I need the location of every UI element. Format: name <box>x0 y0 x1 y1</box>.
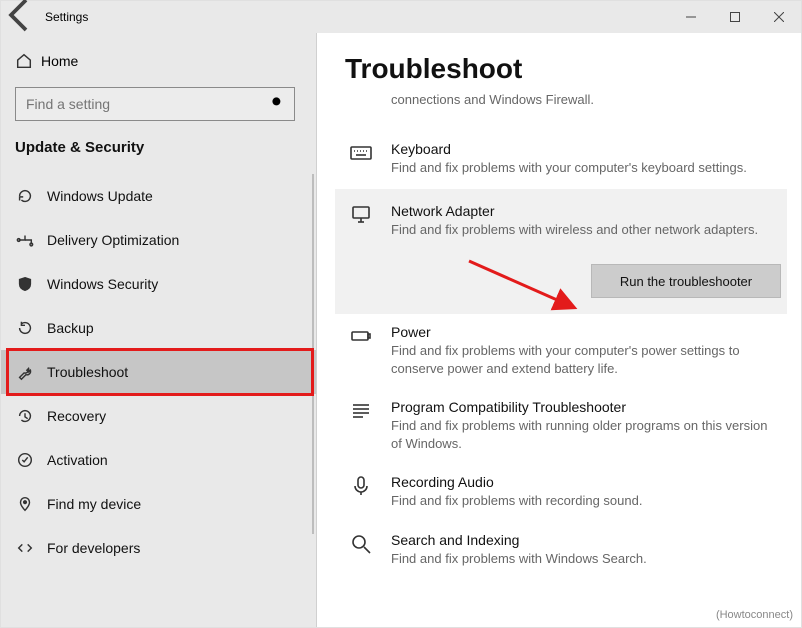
minimize-button[interactable] <box>669 1 713 33</box>
history-icon <box>15 406 35 426</box>
list-icon <box>345 399 377 427</box>
troubleshoot-item-title: Keyboard <box>391 141 779 157</box>
troubleshoot-item-desc-fragment: connections and Windows Firewall. <box>391 91 779 109</box>
window-title: Settings <box>41 10 88 24</box>
sidebar-item-label: Troubleshoot <box>47 364 128 380</box>
shield-icon <box>15 274 35 294</box>
troubleshoot-item-search-indexing[interactable]: Search and Indexing Find and fix problem… <box>345 522 787 580</box>
main-content: Troubleshoot connections and Windows Fir… <box>317 33 801 627</box>
sidebar-item-label: For developers <box>47 540 140 556</box>
sidebar-item-troubleshoot[interactable]: Troubleshoot <box>1 350 316 394</box>
close-button[interactable] <box>757 1 801 33</box>
check-circle-icon <box>15 450 35 470</box>
magnifier-icon <box>345 532 377 560</box>
search-icon <box>270 95 286 114</box>
sidebar-item-windows-update[interactable]: Windows Update <box>1 174 316 218</box>
maximize-button[interactable] <box>713 1 757 33</box>
troubleshoot-item-title: Network Adapter <box>391 203 781 219</box>
sidebar-item-activation[interactable]: Activation <box>1 438 316 482</box>
sidebar-item-label: Windows Update <box>47 188 153 204</box>
troubleshoot-item-desc: Find and fix problems with wireless and … <box>391 221 781 239</box>
sidebar-item-for-developers[interactable]: For developers <box>1 526 316 570</box>
troubleshoot-item-title: Power <box>391 324 779 340</box>
network-adapter-icon <box>345 203 377 231</box>
troubleshoot-item-desc: Find and fix problems with your computer… <box>391 159 779 177</box>
battery-icon <box>345 324 377 352</box>
troubleshoot-item-desc: Find and fix problems with recording sou… <box>391 492 779 510</box>
sidebar-item-label: Backup <box>47 320 94 336</box>
sidebar-home[interactable]: Home <box>1 41 316 81</box>
sidebar-item-find-my-device[interactable]: Find my device <box>1 482 316 526</box>
troubleshoot-item-keyboard[interactable]: Keyboard Find and fix problems with your… <box>345 131 787 189</box>
sidebar-item-label: Delivery Optimization <box>47 232 179 248</box>
keyboard-icon <box>345 141 377 169</box>
watermark: (Howtoconnect) <box>716 609 793 621</box>
troubleshoot-item-desc: Find and fix problems with Windows Searc… <box>391 550 779 568</box>
delivery-icon <box>15 230 35 250</box>
page-title: Troubleshoot <box>345 53 787 85</box>
sidebar: Home Update & Security Windows Update <box>1 33 317 627</box>
search-box[interactable] <box>15 87 295 121</box>
location-icon <box>15 494 35 514</box>
troubleshoot-item-title: Program Compatibility Troubleshooter <box>391 399 779 415</box>
sidebar-list: Windows Update Delivery Optimization Win… <box>1 174 316 570</box>
troubleshoot-item-title: Recording Audio <box>391 474 779 490</box>
sidebar-scrollbar[interactable] <box>312 174 314 534</box>
developer-icon <box>15 538 35 558</box>
sidebar-item-label: Find my device <box>47 496 141 512</box>
troubleshoot-item-recording-audio[interactable]: Recording Audio Find and fix problems wi… <box>345 464 787 522</box>
sidebar-section-title: Update & Security <box>1 129 316 160</box>
troubleshoot-item-desc: Find and fix problems with running older… <box>391 417 779 452</box>
sidebar-home-label: Home <box>41 53 78 69</box>
sidebar-item-label: Recovery <box>47 408 106 424</box>
troubleshoot-item-program-compatibility[interactable]: Program Compatibility Troubleshooter Fin… <box>345 389 787 464</box>
wrench-icon <box>15 362 35 382</box>
sidebar-item-label: Activation <box>47 452 108 468</box>
search-input[interactable] <box>24 95 270 113</box>
troubleshoot-item-network-adapter[interactable]: Network Adapter Find and fix problems wi… <box>335 189 787 315</box>
run-troubleshooter-button[interactable]: Run the troubleshooter <box>591 264 781 298</box>
sidebar-item-label: Windows Security <box>47 276 158 292</box>
troubleshoot-item-title: Search and Indexing <box>391 532 779 548</box>
title-bar: Settings <box>1 1 801 33</box>
troubleshoot-item-desc: Find and fix problems with your computer… <box>391 342 779 377</box>
sidebar-item-recovery[interactable]: Recovery <box>1 394 316 438</box>
sidebar-item-windows-security[interactable]: Windows Security <box>1 262 316 306</box>
backup-icon <box>15 318 35 338</box>
microphone-icon <box>345 474 377 502</box>
troubleshoot-item-power[interactable]: Power Find and fix problems with your co… <box>345 314 787 389</box>
refresh-icon <box>15 186 35 206</box>
sidebar-item-backup[interactable]: Backup <box>1 306 316 350</box>
home-icon <box>15 52 41 70</box>
sidebar-item-delivery-optimization[interactable]: Delivery Optimization <box>1 218 316 262</box>
